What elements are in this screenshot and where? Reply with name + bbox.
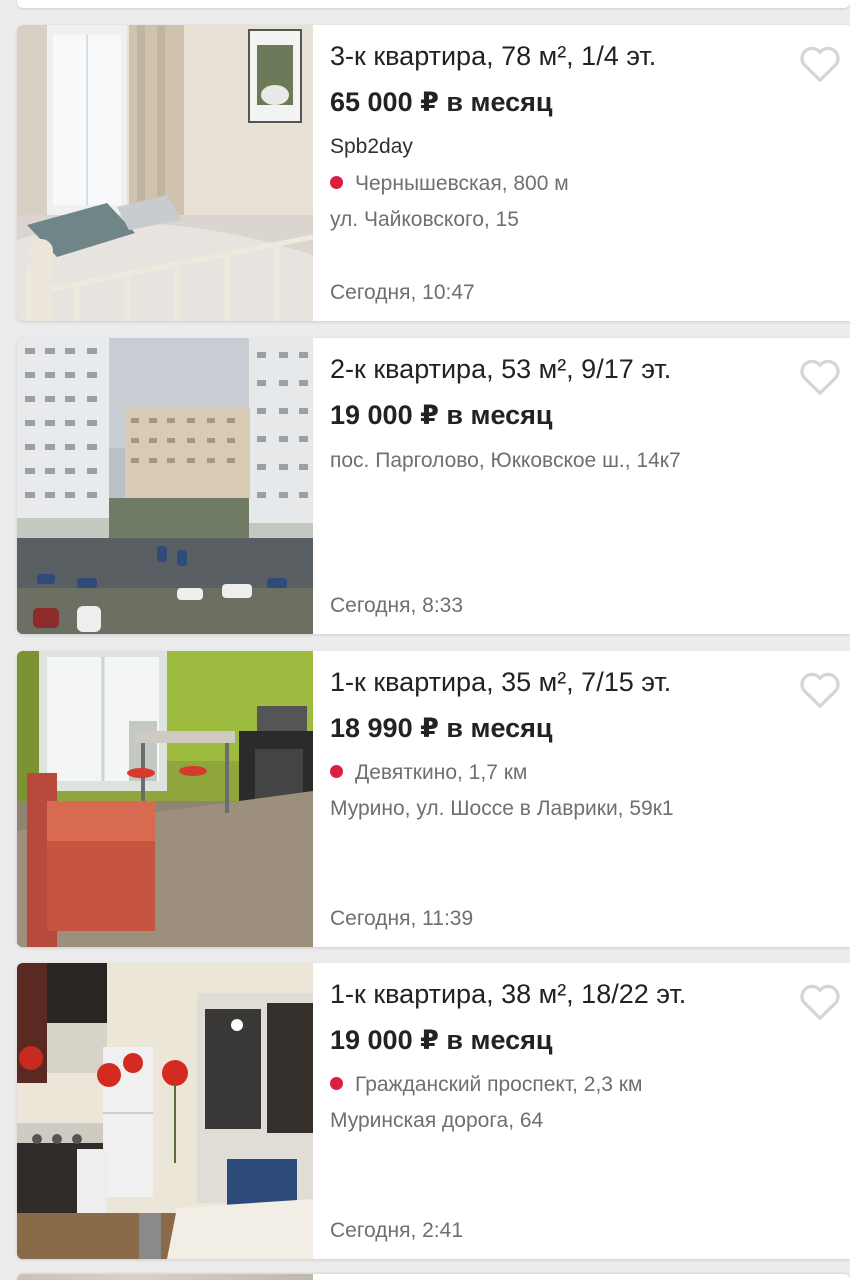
metro-dot-icon <box>330 1077 343 1090</box>
listing-address: пос. Парголово, Юкковское ш., 14к7 <box>330 449 681 472</box>
heart-outline-icon <box>800 359 840 395</box>
listing-card[interactable]: 1-к квартира, 38 м², 18/22 эт. 19 000 ₽ … <box>17 963 850 1259</box>
listing-card[interactable]: 3-к квартира, 78 м², 1/4 эт. 65 000 ₽ в … <box>17 25 850 321</box>
listing-photo[interactable] <box>17 963 313 1259</box>
listing-photo[interactable] <box>17 25 313 321</box>
favorite-button[interactable] <box>796 979 844 1023</box>
listing-price: 19 000 ₽ в месяц <box>330 1025 553 1055</box>
listing-info: 1-к квартира, 38 м², 18/22 эт. 19 000 ₽ … <box>330 963 850 1259</box>
listing-metro: Гражданский проспект, 2,3 км <box>330 1073 642 1097</box>
metro-label: Девяткино, 1,7 км <box>355 761 528 784</box>
listing-title[interactable]: 1-к квартира, 35 м², 7/15 эт. <box>330 667 780 698</box>
favorite-button[interactable] <box>796 354 844 398</box>
listing-date: Сегодня, 11:39 <box>330 907 474 930</box>
previous-listing-card[interactable] <box>17 0 850 8</box>
listing-metro: Чернышевская, 800 м <box>330 172 569 196</box>
listing-date: Сегодня, 2:41 <box>330 1219 464 1242</box>
listing-title[interactable]: 3-к квартира, 78 м², 1/4 эт. <box>330 41 780 72</box>
heart-outline-icon <box>800 672 840 708</box>
metro-dot-icon <box>330 765 343 778</box>
listing-metro: Девяткино, 1,7 км <box>330 761 527 785</box>
listing-photo[interactable] <box>17 651 313 947</box>
listing-date: Сегодня, 8:33 <box>330 594 464 617</box>
listing-price: 18 990 ₽ в месяц <box>330 713 553 743</box>
listing-title[interactable]: 1-к квартира, 38 м², 18/22 эт. <box>330 979 780 1010</box>
listing-photo[interactable] <box>17 338 313 634</box>
listing-address: ул. Чайковского, 15 <box>330 208 519 231</box>
listing-card[interactable]: 2-к квартира, 53 м², 9/17 эт. 19 000 ₽ в… <box>17 338 850 634</box>
metro-label: Гражданский проспект, 2,3 км <box>355 1073 643 1096</box>
listing-title[interactable]: 2-к квартира, 53 м², 9/17 эт. <box>330 354 780 385</box>
kitchen-green-photo <box>17 651 313 947</box>
listing-price: 65 000 ₽ в месяц <box>330 87 553 117</box>
listing-card[interactable]: 1-к квартира, 35 м², 7/15 эт. 18 990 ₽ в… <box>17 651 850 947</box>
favorite-button[interactable] <box>796 41 844 85</box>
bedroom-photo <box>17 25 313 321</box>
listing-info: 1-к квартира, 35 м², 7/15 эт. 18 990 ₽ в… <box>330 651 850 947</box>
metro-dot-icon <box>330 176 343 189</box>
listing-date: Сегодня, 10:47 <box>330 281 475 304</box>
heart-outline-icon <box>800 984 840 1020</box>
kitchen-poppies-photo <box>17 963 313 1259</box>
listing-address: Муринская дорога, 64 <box>330 1109 544 1132</box>
favorite-button[interactable] <box>796 667 844 711</box>
listing-feed: 3-к квартира, 78 м², 1/4 эт. 65 000 ₽ в … <box>0 0 850 1280</box>
listing-seller: Spb2day <box>330 135 413 158</box>
listing-address: Мурино, ул. Шоссе в Лаврики, 59к1 <box>330 797 674 820</box>
listing-info: 2-к квартира, 53 м², 9/17 эт. 19 000 ₽ в… <box>330 338 850 634</box>
next-listing-card[interactable] <box>17 1274 850 1280</box>
metro-label: Чернышевская, 800 м <box>355 172 569 195</box>
listing-info: 3-к квартира, 78 м², 1/4 эт. 65 000 ₽ в … <box>330 25 850 321</box>
listing-price: 19 000 ₽ в месяц <box>330 400 553 430</box>
listing-photo <box>17 1274 313 1280</box>
buildings-courtyard-photo <box>17 338 313 634</box>
heart-outline-icon <box>800 46 840 82</box>
